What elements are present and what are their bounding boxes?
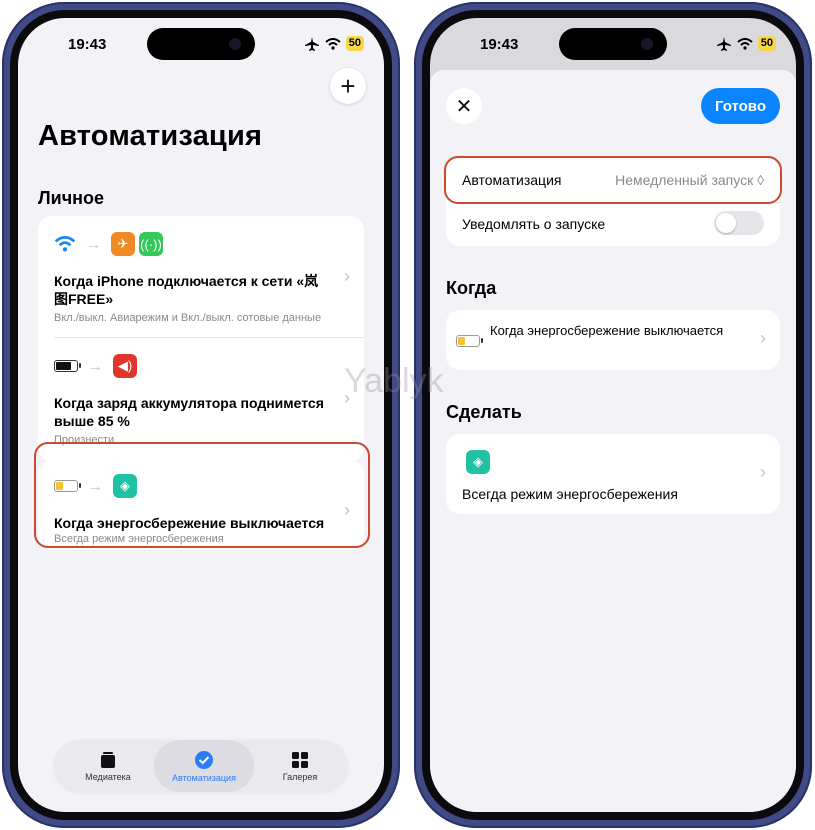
low-power-battery-icon (456, 335, 483, 347)
tab-label: Автоматизация (172, 772, 236, 783)
status-time: 19:43 (68, 36, 107, 53)
add-automation-button[interactable]: + (330, 68, 366, 104)
notify-row: Уведомлять о запуске (446, 202, 780, 246)
battery-level: 50 (345, 36, 364, 51)
do-action-text: Всегда режим энергосбережения (462, 486, 678, 502)
layers-icon: ◈ (466, 450, 490, 474)
tab-gallery[interactable]: Галерея (254, 740, 346, 792)
notify-toggle[interactable] (714, 211, 764, 235)
chevron-right-icon: › (344, 266, 350, 286)
tab-label: Галерея (282, 771, 318, 782)
status-time: 19:43 (480, 36, 519, 53)
automations-card: → ✈ ((·)) Когда iPhone подключается к се… (38, 216, 364, 462)
airplane-icon (304, 36, 319, 51)
toggle-knob (716, 213, 736, 233)
speaker-icon: ◀) (113, 354, 137, 378)
airplane-mode-icon: ✈ (111, 232, 135, 256)
status-bar: 19:43 50 (430, 36, 796, 56)
when-header: Когда (446, 278, 497, 298)
do-header: Сделать (446, 402, 522, 422)
airplane-icon (716, 36, 731, 51)
gallery-grid-icon (292, 751, 308, 768)
phone-left: 19:43 50 + Автоматизация Личное → ✈ ((·)… (2, 2, 400, 828)
automation-title: Когда iPhone подключается к сети «岚图FREE… (54, 273, 319, 307)
detail-sheet: ✕ Готово Автоматизация Немедленный запус… (430, 70, 796, 812)
automation-row-wifi[interactable]: → ✈ ((·)) Когда iPhone подключается к се… (38, 216, 364, 338)
highlight-frame (444, 156, 782, 204)
cellular-data-icon: ((·)) (139, 232, 163, 256)
arrow-icon: → (88, 357, 103, 375)
close-button[interactable]: ✕ (446, 88, 482, 124)
chevron-right-icon: › (760, 328, 766, 348)
arrow-icon: → (86, 235, 101, 253)
tab-automation[interactable]: Автоматизация (154, 740, 254, 792)
phone-right: 19:43 50 ✕ Готово Автоматизация Немедлен… (414, 2, 812, 828)
automation-check-icon (195, 750, 213, 769)
battery-level: 50 (757, 36, 776, 51)
automation-title: Когда заряд аккумулятора поднимется выше… (54, 395, 324, 429)
status-bar: 19:43 50 (18, 36, 384, 56)
tab-bar: Медиатека Автоматизация Галерея (54, 740, 348, 792)
automation-detail-screen: 19:43 50 ✕ Готово Автоматизация Немедлен… (430, 18, 796, 812)
library-icon (101, 751, 115, 768)
automation-list-screen: 19:43 50 + Автоматизация Личное → ✈ ((·)… (18, 18, 384, 812)
wifi-icon (737, 37, 753, 50)
page-title: Автоматизация (38, 120, 263, 152)
tab-label: Медиатека (85, 771, 131, 782)
wifi-icon (325, 37, 341, 50)
highlight-frame (34, 442, 370, 548)
tab-library[interactable]: Медиатека (62, 740, 154, 792)
wifi-trigger-icon (54, 236, 76, 252)
battery-trigger-icon (54, 360, 81, 372)
watermark: Yablyk (344, 362, 444, 400)
do-card[interactable]: ◈ Всегда режим энергосбережения › (446, 434, 780, 514)
notify-label: Уведомлять о запуске (462, 216, 606, 232)
when-trigger-text: Когда энергосбережение выключается (490, 323, 724, 338)
automation-subtitle: Вкл./выкл. Авиарежим и Вкл./выкл. сотовы… (54, 312, 322, 324)
done-button[interactable]: Готово (700, 88, 780, 124)
chevron-right-icon: › (760, 462, 766, 482)
when-card[interactable]: Когда энергосбережение выключается › (446, 310, 780, 370)
section-personal: Личное (38, 188, 105, 208)
